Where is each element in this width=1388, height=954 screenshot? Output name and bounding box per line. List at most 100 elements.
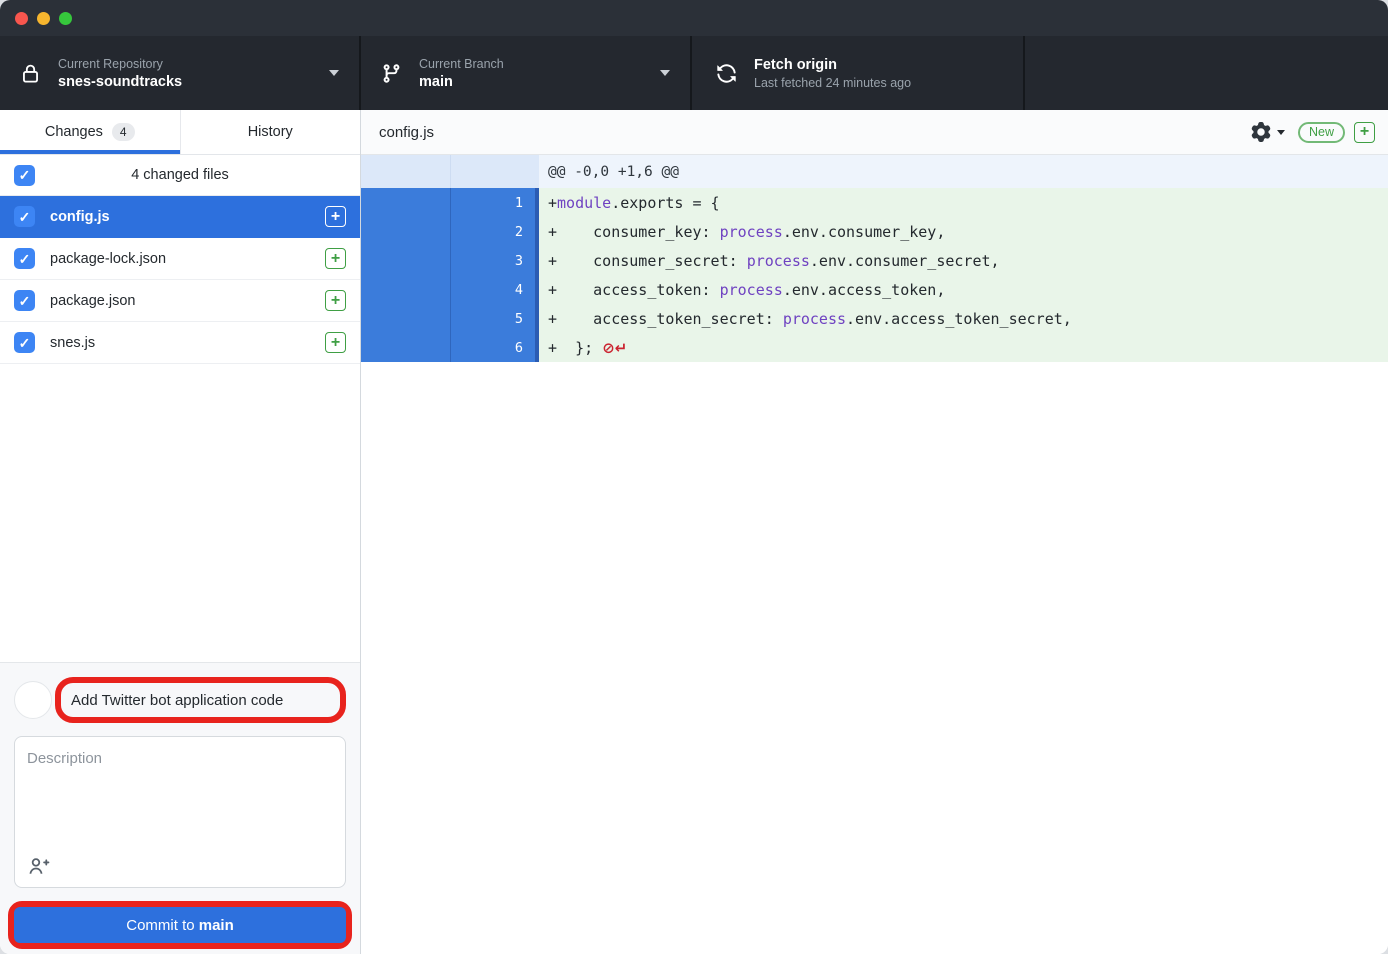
avatar — [14, 681, 52, 719]
github-desktop-window: Current Repository snes-soundtracks Curr… — [0, 0, 1388, 954]
file-row-package.json[interactable]: ✓package.json+ — [0, 280, 360, 322]
file-row-snes.js[interactable]: ✓snes.js+ — [0, 322, 360, 364]
code-segment: + — [548, 194, 557, 212]
checkmark-icon: ✓ — [19, 168, 31, 182]
hunk-header-text: @@ -0,0 +1,6 @@ — [539, 155, 1388, 188]
checkmark-icon: ✓ — [19, 252, 31, 266]
commit-description-input[interactable]: Description — [14, 736, 346, 888]
diff-panel: config.js New + — [361, 110, 1388, 954]
content-area: Changes 4 History ✓ 4 changed files ✓ con… — [0, 110, 1388, 954]
file-checkbox[interactable]: ✓ — [14, 248, 35, 269]
file-name: package.json — [50, 293, 325, 309]
code-segment: process — [747, 252, 810, 270]
sidebar-spacer — [0, 364, 360, 662]
file-checkbox[interactable]: ✓ — [14, 332, 35, 353]
gear-icon — [1251, 122, 1271, 142]
diff-line-3: 3+ consumer_secret: process.env.consumer… — [361, 246, 1388, 275]
added-status-icon: + — [1354, 122, 1375, 143]
code-segment: + consumer_key: — [548, 223, 720, 241]
commit-summary-input[interactable]: Add Twitter bot application code — [71, 692, 283, 709]
hunk-header-row: @@ -0,0 +1,6 @@ — [361, 155, 1388, 188]
old-line-number-gutter[interactable] — [361, 275, 451, 304]
file-row-package-lock.json[interactable]: ✓ package-lock.json+ — [0, 238, 360, 280]
new-line-number-gutter[interactable]: 2 — [451, 217, 535, 246]
changed-files-list: ✓config.js+✓package-lock.json+✓package.j… — [0, 196, 360, 364]
file-name: package-lock.json — [50, 251, 325, 267]
diff-line-code: + access_token: process.env.access_token… — [539, 275, 1388, 304]
tab-changes[interactable]: Changes 4 — [0, 110, 180, 154]
old-line-number-gutter[interactable] — [361, 333, 451, 362]
new-line-number-gutter[interactable]: 5 — [451, 304, 535, 333]
added-status-icon: + — [325, 206, 346, 227]
current-branch-dropdown[interactable]: Current Branch main — [361, 36, 692, 110]
current-repository-value: snes-soundtracks — [58, 74, 182, 90]
tab-changes-label: Changes — [45, 124, 103, 140]
sync-icon — [716, 63, 737, 84]
current-branch-label: Current Branch — [419, 57, 504, 71]
file-row-config.js[interactable]: ✓ config.js+ — [0, 196, 360, 238]
diff-line-5: 5 + access_token_secret: process.env.acce… — [361, 304, 1388, 333]
old-line-number-gutter[interactable] — [361, 304, 451, 333]
code-segment: + consumer_secret: — [548, 252, 747, 270]
current-branch-value: main — [419, 74, 504, 90]
commit-button-annotation: Commit to main — [8, 901, 352, 949]
select-all-row: ✓ 4 changed files — [0, 155, 360, 196]
commit-summary-row: Add Twitter bot application code — [14, 677, 346, 723]
code-segment: + access_token_secret: — [548, 310, 783, 328]
select-all-checkbox[interactable]: ✓ — [14, 165, 35, 186]
new-line-number-gutter[interactable]: 1 — [451, 188, 535, 217]
diff-lines: 1+module.exports = {2+ consumer_key: pro… — [361, 188, 1388, 362]
lock-icon — [20, 62, 41, 85]
commit-button[interactable]: Commit to main — [14, 907, 346, 943]
add-coauthor-icon[interactable] — [28, 855, 50, 877]
new-line-number-gutter[interactable]: 3 — [451, 246, 535, 275]
hunk-gutter — [361, 155, 539, 188]
code-segment: process — [720, 281, 783, 299]
close-button[interactable] — [15, 12, 28, 25]
commit-button-branch: main — [199, 917, 234, 934]
code-segment: .env.access_token_secret, — [846, 310, 1072, 328]
fetch-origin-subtitle: Last fetched 24 minutes ago — [754, 76, 911, 90]
file-name: config.js — [50, 209, 325, 225]
tab-history[interactable]: History — [180, 110, 361, 154]
diff-line-code: +module.exports = { — [539, 188, 1388, 217]
code-segment: process — [783, 310, 846, 328]
old-line-number-gutter[interactable] — [361, 246, 451, 275]
no-newline-icon: ⊘↵ — [602, 339, 627, 357]
diff-line-6: 6+ }; ⊘↵ — [361, 333, 1388, 362]
new-line-number-gutter[interactable]: 6 — [451, 333, 535, 362]
old-line-number-gutter[interactable] — [361, 217, 451, 246]
old-line-number-gutter[interactable] — [361, 188, 451, 217]
changes-sidebar: Changes 4 History ✓ 4 changed files ✓ con… — [0, 110, 361, 954]
zoom-button[interactable] — [59, 12, 72, 25]
diff-line-code: + consumer_key: process.env.consumer_key… — [539, 217, 1388, 246]
file-name: snes.js — [50, 335, 325, 351]
new-line-number-gutter[interactable]: 4 — [451, 275, 535, 304]
chevron-down-icon — [329, 70, 339, 76]
toolbar: Current Repository snes-soundtracks Curr… — [0, 36, 1388, 110]
diff-line-code: + }; ⊘↵ — [539, 333, 1388, 362]
file-checkbox[interactable]: ✓ — [14, 206, 35, 227]
code-segment: process — [720, 223, 783, 241]
fetch-origin-button[interactable]: Fetch origin Last fetched 24 minutes ago — [692, 36, 1025, 110]
chevron-down-icon — [660, 70, 670, 76]
current-repository-label: Current Repository — [58, 57, 182, 71]
diff-controls: New + — [1251, 122, 1375, 143]
changes-count-badge: 4 — [112, 123, 135, 141]
file-checkbox[interactable]: ✓ — [14, 290, 35, 311]
diff-options-dropdown[interactable] — [1251, 122, 1285, 142]
code-segment: .env.access_token, — [783, 281, 946, 299]
checkmark-icon: ✓ — [19, 294, 31, 308]
current-repository-dropdown[interactable]: Current Repository snes-soundtracks — [0, 36, 361, 110]
diff-empty-area — [361, 362, 1388, 954]
minimize-button[interactable] — [37, 12, 50, 25]
code-segment — [593, 339, 602, 357]
added-status-icon: + — [325, 248, 346, 269]
code-segment: .env.consumer_key, — [783, 223, 946, 241]
window-titlebar — [0, 0, 1388, 36]
diff-line-1: 1+module.exports = { — [361, 188, 1388, 217]
diff-file-title: config.js — [379, 124, 434, 141]
diff-line-2: 2+ consumer_key: process.env.consumer_ke… — [361, 217, 1388, 246]
code-segment: module — [557, 194, 611, 212]
checkmark-icon: ✓ — [19, 336, 31, 350]
